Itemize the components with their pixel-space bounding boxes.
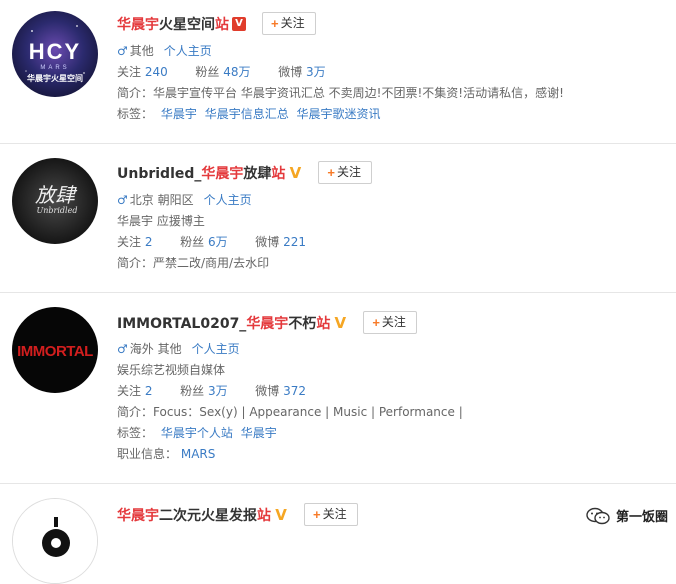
weibo-count[interactable]: 372 (283, 384, 306, 398)
home-page-link[interactable]: 个人主页 (164, 44, 212, 58)
user-description: 华晨宇 应援博主 (117, 214, 205, 228)
verified-badge-icon: V (232, 16, 246, 31)
follow-count[interactable]: 240 (145, 65, 168, 79)
follow-count[interactable]: 2 (145, 384, 153, 398)
avatar-sub-text: Unbridled (37, 206, 78, 215)
follow-count[interactable]: 2 (145, 235, 153, 249)
divider (0, 143, 676, 144)
avatar-logo-text: HCY (29, 39, 81, 64)
tag-link[interactable]: 华晨宇歌迷资讯 (297, 107, 381, 121)
job-link[interactable]: MARS (181, 447, 216, 461)
divider (0, 292, 676, 293)
tag-link[interactable]: 华晨宇信息汇总 (205, 107, 289, 121)
male-icon: ♂ (117, 342, 128, 356)
weibo-count[interactable]: 221 (283, 235, 306, 249)
user-name[interactable]: Unbridled_华晨宇放肆站 (117, 163, 285, 183)
tag-link[interactable]: 华晨宇个人站 (161, 426, 233, 440)
job-label: 职业信息： (117, 447, 178, 461)
male-icon: ♂ (117, 193, 128, 207)
avatar-sub-text: MARS (40, 65, 69, 71)
verified-badge-icon: V (334, 313, 347, 332)
verified-badge-icon: V (275, 505, 287, 524)
weibo-count[interactable]: 3万 (306, 65, 326, 79)
avatar-logo-text: 放肆 (35, 183, 78, 207)
weibo-count-label: 微博 (278, 65, 303, 79)
fans-count[interactable]: 48万 (223, 65, 250, 79)
follow-button[interactable]: + 关注 (363, 311, 417, 334)
avatar-caption: 华晨宇火星空间 (27, 73, 83, 83)
bio-label: 简介： (117, 256, 154, 270)
weibo-count-label: 微博 (255, 384, 280, 398)
wechat-icon (586, 507, 610, 525)
tag-link[interactable]: 华晨宇 (161, 107, 197, 121)
user-name[interactable]: 华晨宇二次元火星发报站 (117, 505, 271, 525)
avatar[interactable]: HCY MARS 华晨宇火星空间 (12, 11, 98, 97)
fans-count[interactable]: 3万 (208, 384, 228, 398)
bio-label: 简介： (117, 86, 154, 100)
weibo-count-label: 微博 (255, 235, 280, 249)
divider (0, 483, 676, 484)
follow-button[interactable]: + 关注 (304, 503, 358, 526)
bio-label: 简介： (117, 405, 154, 419)
user-name[interactable]: IMMORTAL0207_华晨宇不朽站 (117, 313, 330, 333)
home-page-link[interactable]: 个人主页 (204, 193, 252, 207)
follow-count-label: 关注 (117, 65, 142, 79)
bio-text: Focus：Sex(y) | Appearance | Music | Perf… (153, 405, 463, 419)
verified-badge-icon: V (289, 163, 302, 182)
male-icon: ♂ (117, 44, 128, 58)
watermark: 第一饭圈 (586, 506, 668, 525)
home-page-link[interactable]: 个人主页 (192, 342, 240, 356)
tag-link[interactable]: 华晨宇 (241, 426, 277, 440)
avatar[interactable]: IMMORTAL (12, 307, 98, 393)
avatar[interactable] (12, 498, 98, 584)
user-description: 娱乐综艺视频自媒体 (117, 363, 226, 377)
watermark-text: 第一饭圈 (615, 510, 668, 525)
fans-count-label: 粉丝 (180, 384, 205, 398)
bio-text: 严禁二改/商用/去水印 (153, 256, 270, 270)
location: 其他 (129, 44, 154, 58)
bio-text: 华晨宇宣传平台 华晨宇资讯汇总 不卖周边!不团票!不集资!活动请私信，感谢! (153, 86, 564, 100)
follow-button[interactable]: + 关注 (318, 161, 373, 184)
tags-label: 标签： (117, 426, 154, 440)
follow-button[interactable]: + 关注 (262, 12, 316, 35)
user-name[interactable]: 华晨宇火星空间站 (117, 14, 229, 34)
follow-count-label: 关注 (117, 384, 142, 398)
location: 海外 其他 (129, 342, 182, 356)
avatar[interactable]: 放肆 Unbridled (12, 158, 98, 244)
fans-count-label: 粉丝 (180, 235, 205, 249)
fans-count[interactable]: 6万 (208, 235, 228, 249)
fans-count-label: 粉丝 (195, 65, 220, 79)
location: 北京 朝阳区 (129, 193, 194, 207)
follow-count-label: 关注 (117, 235, 142, 249)
tags-label: 标签： (117, 107, 154, 121)
avatar-logo-text: IMMORTAL (17, 343, 93, 360)
